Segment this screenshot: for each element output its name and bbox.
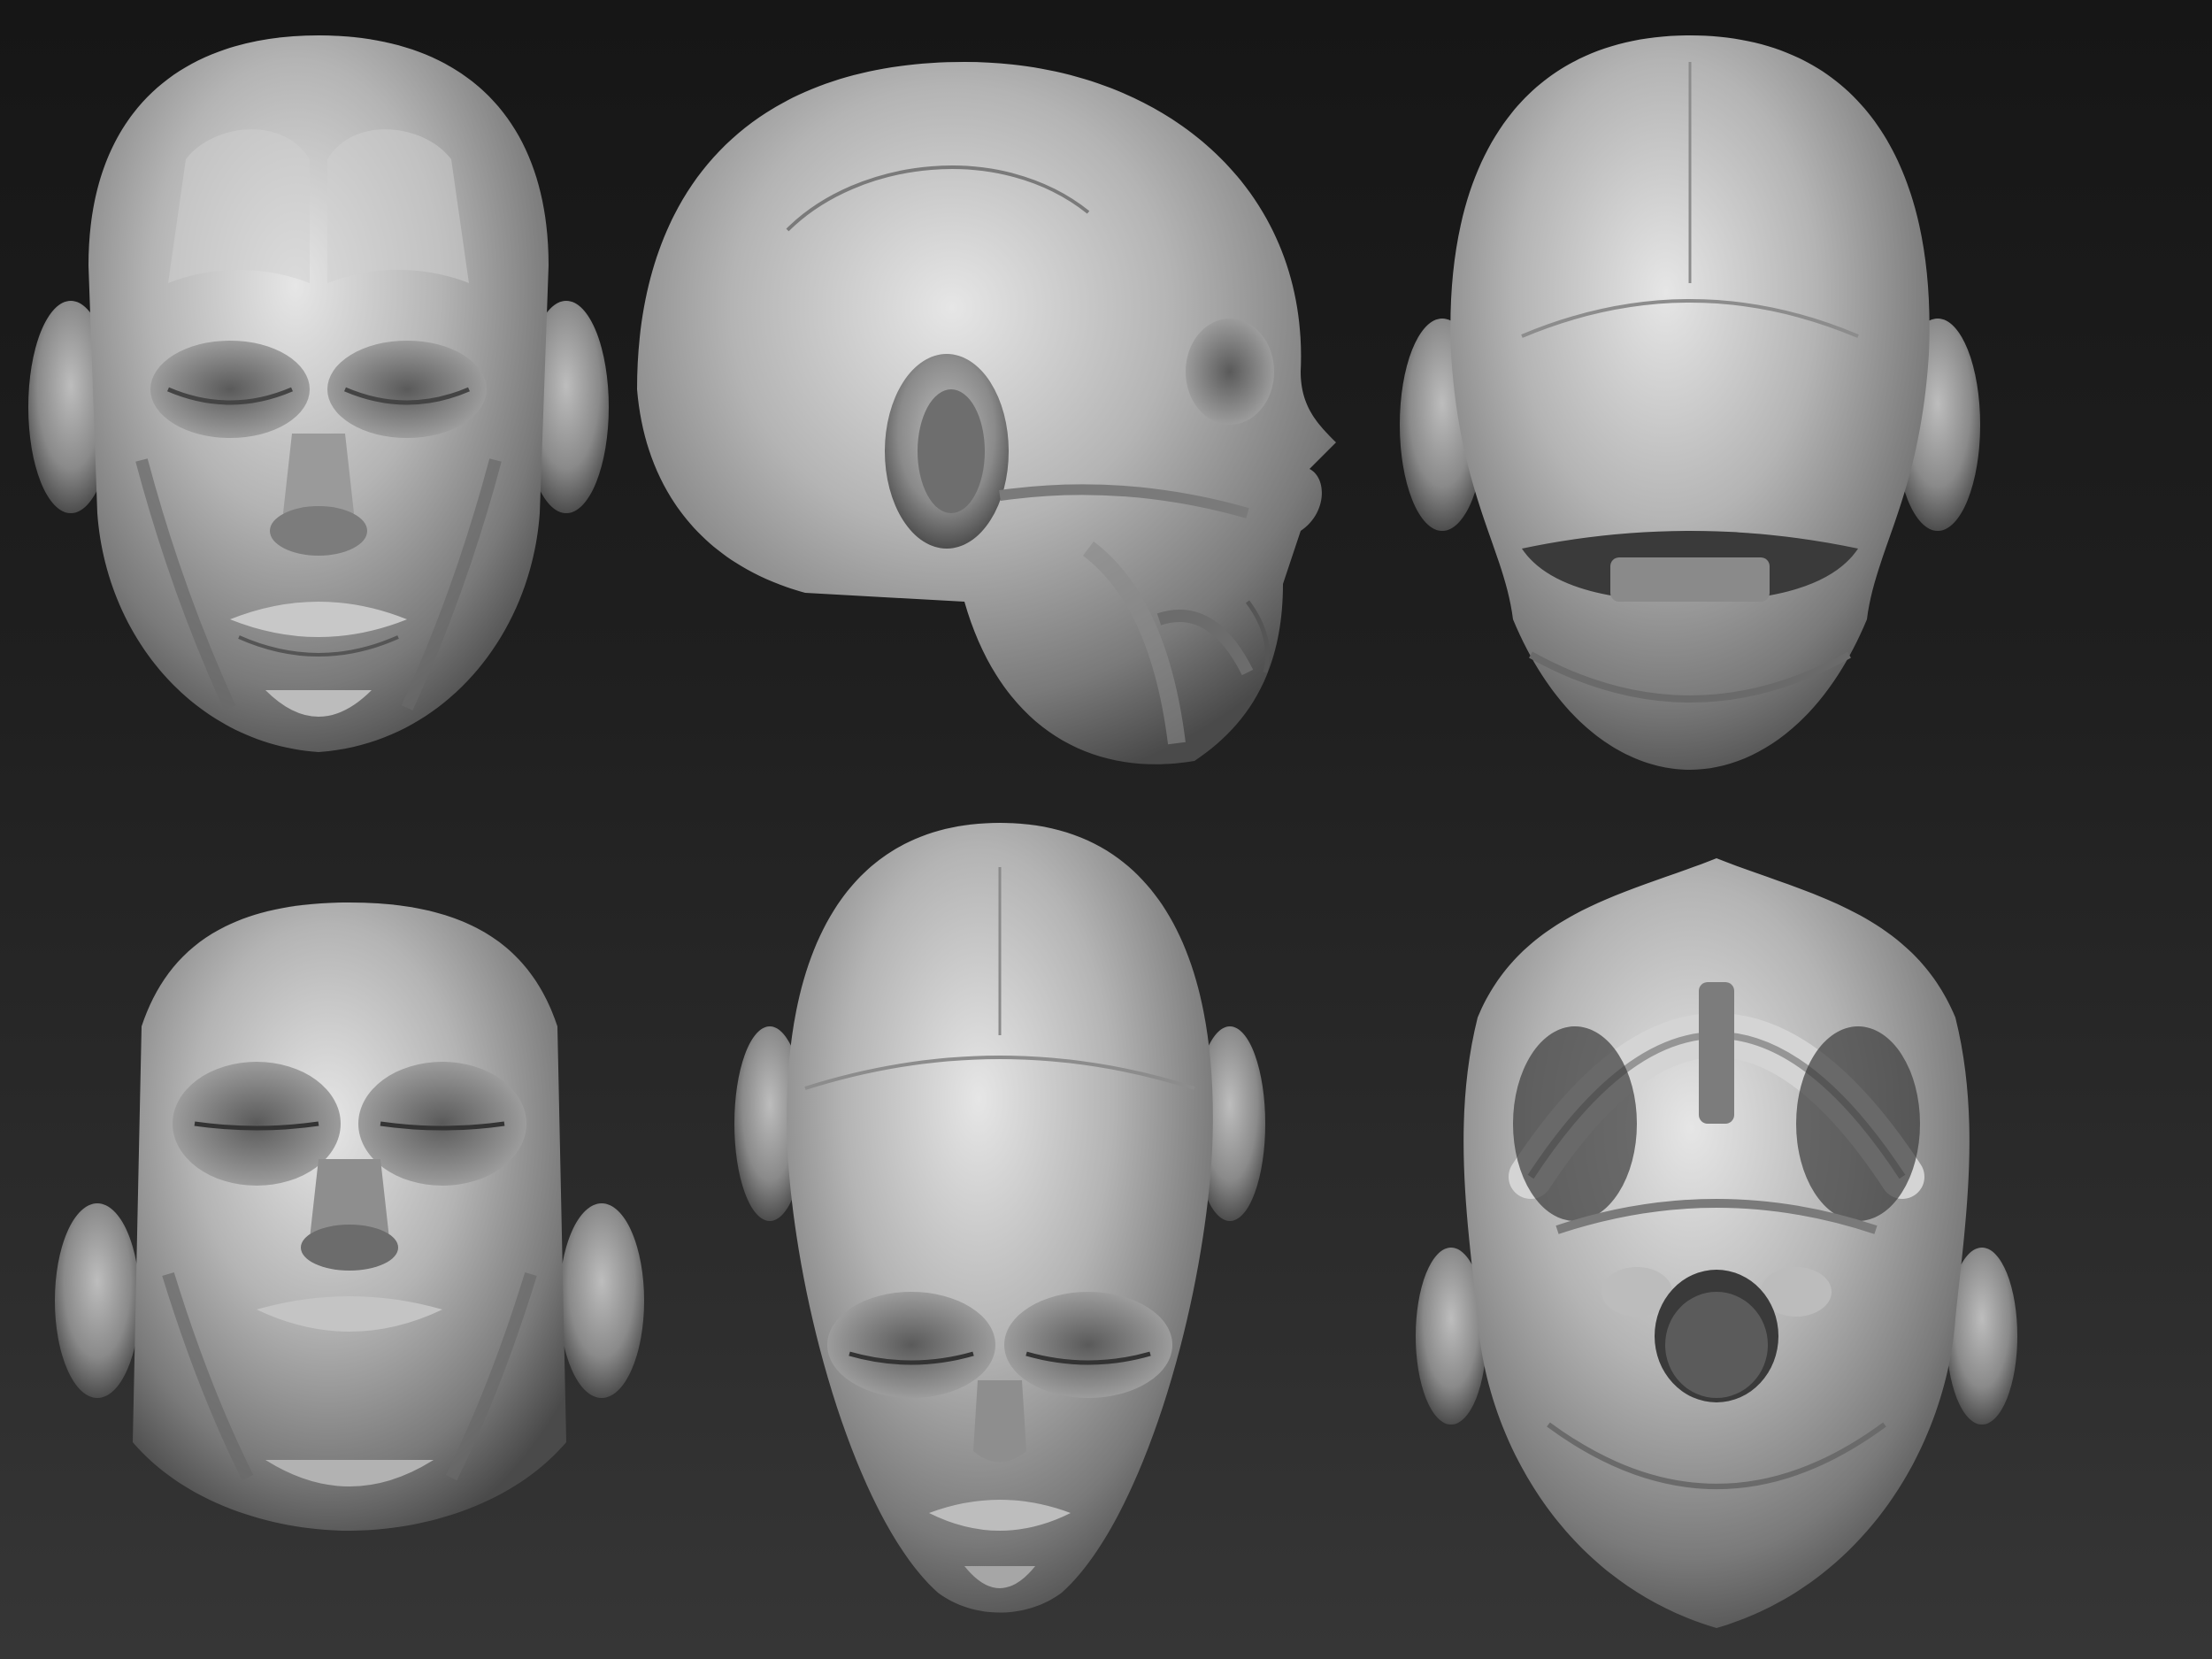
viewport-canvas: [0, 0, 2212, 1659]
head-top-down-front-view: [726, 814, 1274, 1628]
head-front-low-angle-view: [53, 894, 646, 1531]
anatomy-head-underside-icon: [1416, 858, 2017, 1628]
anatomy-head-profile-icon: [637, 62, 1336, 764]
head-bottom-skull-base-view: [1416, 858, 2017, 1637]
anatomy-head-front-icon: [28, 35, 609, 752]
head-side-muscles-view: [628, 53, 1336, 779]
head-back-view: [1398, 18, 1982, 779]
anatomy-head-back-icon: [1400, 35, 1980, 770]
head-front-muscles-view: [18, 18, 619, 761]
anatomy-head-top-front-icon: [734, 823, 1265, 1613]
anatomy-head-front-low-icon: [55, 902, 644, 1531]
